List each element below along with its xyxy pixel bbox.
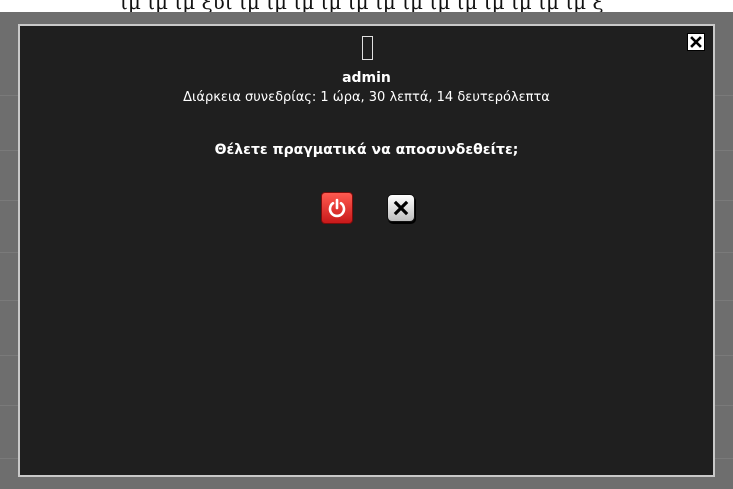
cancel-logout-button[interactable] (386, 194, 415, 222)
logout-question: Θέλετε πραγματικά να αποσυνδεθείτε; (214, 142, 519, 158)
close-x-icon (690, 36, 702, 48)
page-backdrop: ιμ ιμ ιμ ξυι ιμ ιμ ιμ ιμ ιμ ιμ ιμ ιμ ιμ … (0, 0, 733, 489)
dialog-close-button[interactable] (687, 33, 705, 51)
background-page-strip: ιμ ιμ ιμ ξυι ιμ ιμ ιμ ιμ ιμ ιμ ιμ ιμ ιμ … (0, 0, 733, 12)
user-avatar-placeholder (362, 36, 373, 60)
username-label: admin (342, 70, 391, 86)
power-icon (328, 198, 345, 218)
background-page-text: ιμ ιμ ιμ ξυι ιμ ιμ ιμ ιμ ιμ ιμ ιμ ιμ ιμ … (120, 0, 604, 12)
session-duration-text: Διάρκεια συνεδρίας: 1 ώρα, 30 λεπτά, 14 … (183, 90, 550, 105)
dialog-actions (20, 192, 713, 224)
close-x-icon (393, 200, 408, 216)
logout-dialog: admin Διάρκεια συνεδρίας: 1 ώρα, 30 λεπτ… (18, 24, 715, 477)
confirm-logout-button[interactable] (320, 192, 353, 224)
